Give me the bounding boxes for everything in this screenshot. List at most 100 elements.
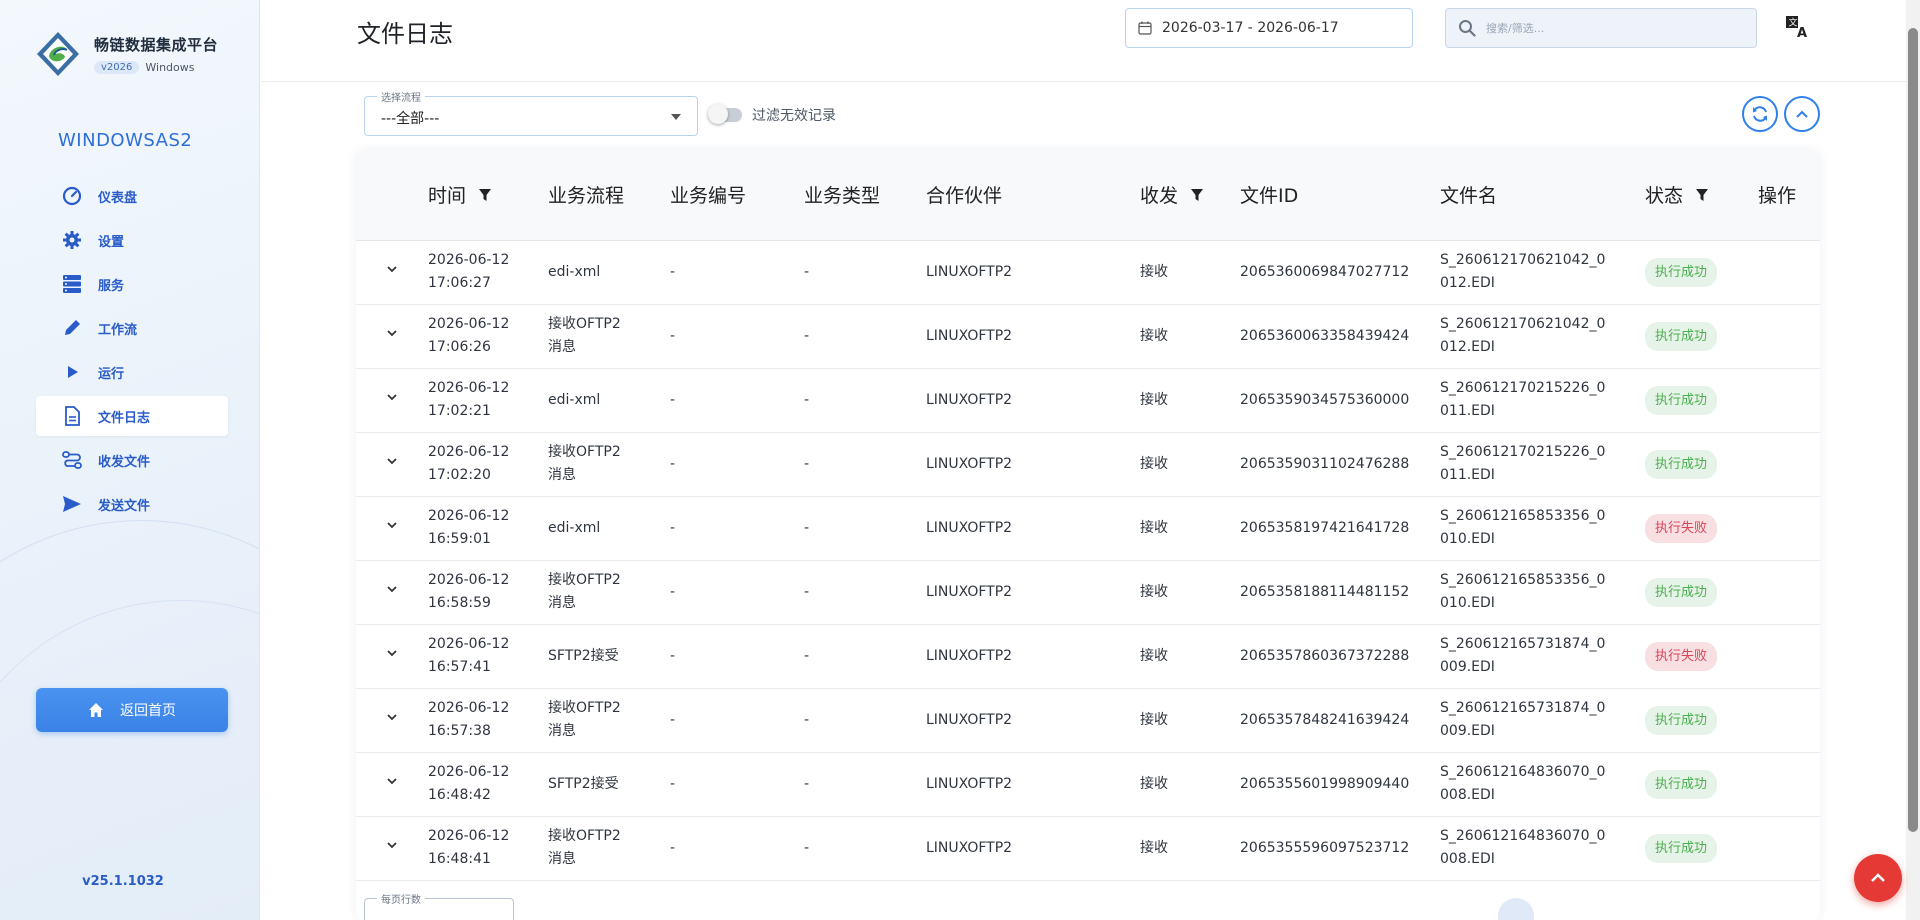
- cell-direction: 接收: [1140, 519, 1168, 536]
- table-row[interactable]: 2026-06-12 17:06:26 接收OFTP2 消息 - - LINUXOFTP2 接…: [356, 304, 1820, 368]
- cell-partner: LINUXOFTP2: [926, 327, 1013, 344]
- sidebar-item-send-files[interactable]: 发送文件: [36, 484, 228, 524]
- rows-per-page-select[interactable]: 每页行数: [364, 891, 514, 920]
- table-row[interactable]: 2026-06-12 16:48:42 SFTP2接受 - - LINUXOFTP2 接收 2…: [356, 752, 1820, 816]
- send-icon: [62, 494, 82, 514]
- collapse-button[interactable]: [1784, 96, 1820, 132]
- sidebar-item-settings[interactable]: 设置: [36, 220, 228, 260]
- filter-icon[interactable]: [478, 188, 492, 202]
- chevron-down-icon[interactable]: [385, 838, 399, 852]
- search-input[interactable]: [1486, 21, 1746, 35]
- scrollbar-thumb[interactable]: [1908, 28, 1918, 832]
- refresh-button[interactable]: [1742, 96, 1778, 132]
- cell-status: 执行失败: [1645, 624, 1758, 688]
- cell-flow-line1: 接收OFTP2: [548, 700, 621, 716]
- cell-flow: SFTP2接受: [548, 624, 670, 688]
- cell-time-text: 16:58:59: [428, 595, 491, 611]
- chevron-down-icon[interactable]: [385, 262, 399, 276]
- table-row[interactable]: 2026-06-12 16:48:41 接收OFTP2 消息 - - LINUXOFTP2 接…: [356, 816, 1820, 880]
- cell-biz-type: -: [804, 647, 810, 664]
- cell-partner: LINUXOFTP2: [926, 519, 1013, 536]
- sidebar-item-workflow[interactable]: 工作流: [36, 308, 228, 348]
- chevron-down-icon[interactable]: [385, 454, 399, 468]
- cell-biz-no: -: [670, 263, 676, 280]
- flow-select-label: 选择流程: [377, 89, 425, 104]
- sidebar-item-run[interactable]: 运行: [36, 352, 228, 392]
- expand-cell[interactable]: [356, 240, 428, 304]
- cell-flow-line1: SFTP2接受: [548, 647, 619, 664]
- flow-select[interactable]: 选择流程 ---全部---: [364, 89, 698, 136]
- column-header-time[interactable]: 时间: [428, 150, 548, 241]
- date-range-picker[interactable]: 2026-03-17 - 2026-06-17: [1125, 8, 1413, 48]
- cell-file-id: 2065358197421641728: [1240, 519, 1410, 536]
- sidebar-item-file-log[interactable]: 文件日志: [36, 396, 228, 436]
- caret-down-icon: [671, 114, 681, 120]
- cell-file-name-line1: S_260612165731874_0: [1440, 700, 1606, 716]
- document-icon: [62, 406, 82, 426]
- filter-icon[interactable]: [1695, 188, 1709, 202]
- transfer-icon: [62, 450, 82, 470]
- table-row[interactable]: 2026-06-12 16:58:59 接收OFTP2 消息 - - LINUXOFTP2 接…: [356, 560, 1820, 624]
- translate-icon[interactable]: 文 A: [1785, 14, 1811, 40]
- cell-file-name: S_260612170621042_0 012.EDI: [1440, 304, 1645, 368]
- home-button[interactable]: 返回首页: [36, 688, 228, 732]
- table-row[interactable]: 2026-06-12 17:06:27 edi-xml - - LINUXOFTP2 接收 2…: [356, 240, 1820, 304]
- search-icon: [1459, 20, 1476, 37]
- column-header-biz-type: 业务类型: [804, 150, 926, 241]
- cell-date-text: 2026-06-12: [428, 700, 510, 716]
- sidebar-item-label: 文件日志: [98, 410, 151, 426]
- cell-file-name: S_260612165853356_0 010.EDI: [1440, 496, 1645, 560]
- page-scrollbar[interactable]: [1906, 0, 1920, 920]
- table-row[interactable]: 2026-06-12 16:57:38 接收OFTP2 消息 - - LINUXOFTP2 接…: [356, 688, 1820, 752]
- column-header-label: 业务类型: [804, 185, 881, 208]
- chevron-up-icon: [1796, 110, 1808, 118]
- table-row[interactable]: 2026-06-12 16:59:01 edi-xml - - LINUXOFTP2 接收 2…: [356, 496, 1820, 560]
- cell-file-name: S_260612170215226_0 011.EDI: [1440, 432, 1645, 496]
- sidebar-item-label: 工作流: [98, 322, 138, 338]
- expand-cell[interactable]: [356, 496, 428, 560]
- cell-date-text: 2026-06-12: [428, 828, 510, 844]
- scroll-to-top-button[interactable]: [1854, 854, 1902, 902]
- expand-cell[interactable]: [356, 560, 428, 624]
- sidebar-item-services[interactable]: 服务: [36, 264, 228, 304]
- chevron-down-icon[interactable]: [385, 646, 399, 660]
- column-header-direction[interactable]: 收发: [1140, 150, 1240, 241]
- cell-action: [1758, 624, 1820, 688]
- table-row[interactable]: 2026-06-12 16:57:41 SFTP2接受 - - LINUXOFTP2 接收 2…: [356, 624, 1820, 688]
- top-header: 文件日志 2026-03-17 - 2026-06-17 文 A: [261, 0, 1920, 82]
- cell-file-id: 2065359034575360000: [1240, 391, 1410, 408]
- column-header-status[interactable]: 状态: [1645, 150, 1758, 241]
- chevron-down-icon[interactable]: [385, 710, 399, 724]
- cell-time: 2026-06-12 16:59:01: [428, 496, 548, 560]
- cell-file-id: 2065358188114481152: [1240, 583, 1410, 600]
- cell-flow: SFTP2接受: [548, 752, 670, 816]
- column-header-action: 操作: [1758, 150, 1820, 241]
- filter-invalid-toggle[interactable]: [708, 104, 742, 124]
- expand-cell[interactable]: [356, 624, 428, 688]
- expand-cell[interactable]: [356, 688, 428, 752]
- table-row[interactable]: 2026-06-12 17:02:21 edi-xml - - LINUXOFTP2 接收 2…: [356, 368, 1820, 432]
- date-range-value: 2026-03-17 - 2026-06-17: [1162, 20, 1339, 36]
- chevron-down-icon[interactable]: [385, 518, 399, 532]
- chevron-down-icon[interactable]: [385, 390, 399, 404]
- chevron-down-icon[interactable]: [385, 582, 399, 596]
- sidebar-item-transfer-files[interactable]: 收发文件: [36, 440, 228, 480]
- cell-flow: 接收OFTP2 消息: [548, 816, 670, 880]
- column-header-biz-no: 业务编号: [670, 150, 804, 241]
- expand-cell[interactable]: [356, 752, 428, 816]
- table-row[interactable]: 2026-06-12 17:02:20 接收OFTP2 消息 - - LINUXOFTP2 接…: [356, 432, 1820, 496]
- expand-cell[interactable]: [356, 816, 428, 880]
- cell-time: 2026-06-12 17:02:20: [428, 432, 548, 496]
- chevron-down-icon[interactable]: [385, 774, 399, 788]
- home-button-label: 返回首页: [120, 703, 176, 719]
- cell-file-id: 2065355601998909440: [1240, 775, 1410, 792]
- cell-date-text: 2026-06-12: [428, 572, 510, 588]
- filter-icon[interactable]: [1190, 188, 1204, 202]
- chevron-down-icon[interactable]: [385, 326, 399, 340]
- expand-cell[interactable]: [356, 368, 428, 432]
- expand-cell[interactable]: [356, 304, 428, 368]
- cell-time-text: 16:57:38: [428, 723, 491, 739]
- cell-time-text: 17:02:20: [428, 467, 491, 483]
- expand-cell[interactable]: [356, 432, 428, 496]
- sidebar-item-dashboard[interactable]: 仪表盘: [36, 176, 228, 216]
